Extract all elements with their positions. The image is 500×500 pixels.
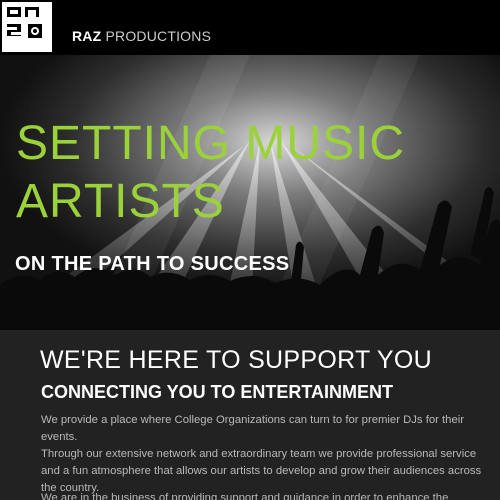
hero-banner: SETTING MUSIC ARTISTS ON THE PATH TO SUC… <box>0 55 500 330</box>
section-subheading: CONNECTING YOU TO ENTERTAINMENT <box>41 382 394 402</box>
hero-title-line-2: ARTISTS <box>16 175 225 228</box>
hero-title-line-1: SETTING MUSIC <box>16 117 406 170</box>
brand-name[interactable]: RAZ PRODUCTIONS <box>72 28 211 44</box>
raz-logo-icon[interactable] <box>2 2 52 52</box>
brand-name-bold: RAZ <box>72 28 102 44</box>
paragraph-3: We are in the business of providing supp… <box>41 492 449 500</box>
hero-title: SETTING MUSIC ARTISTS <box>16 115 405 231</box>
section-heading: WE'RE HERE TO SUPPORT YOU <box>40 346 432 374</box>
brand-name-light: PRODUCTIONS <box>101 28 212 44</box>
paragraph-1: We provide a place where College Organiz… <box>41 414 464 443</box>
site-header: RAZ PRODUCTIONS <box>0 0 500 55</box>
about-section: WE'RE HERE TO SUPPORT YOU CONNECTING YOU… <box>0 330 500 500</box>
hero-subtitle: ON THE PATH TO SUCCESS <box>15 253 290 275</box>
